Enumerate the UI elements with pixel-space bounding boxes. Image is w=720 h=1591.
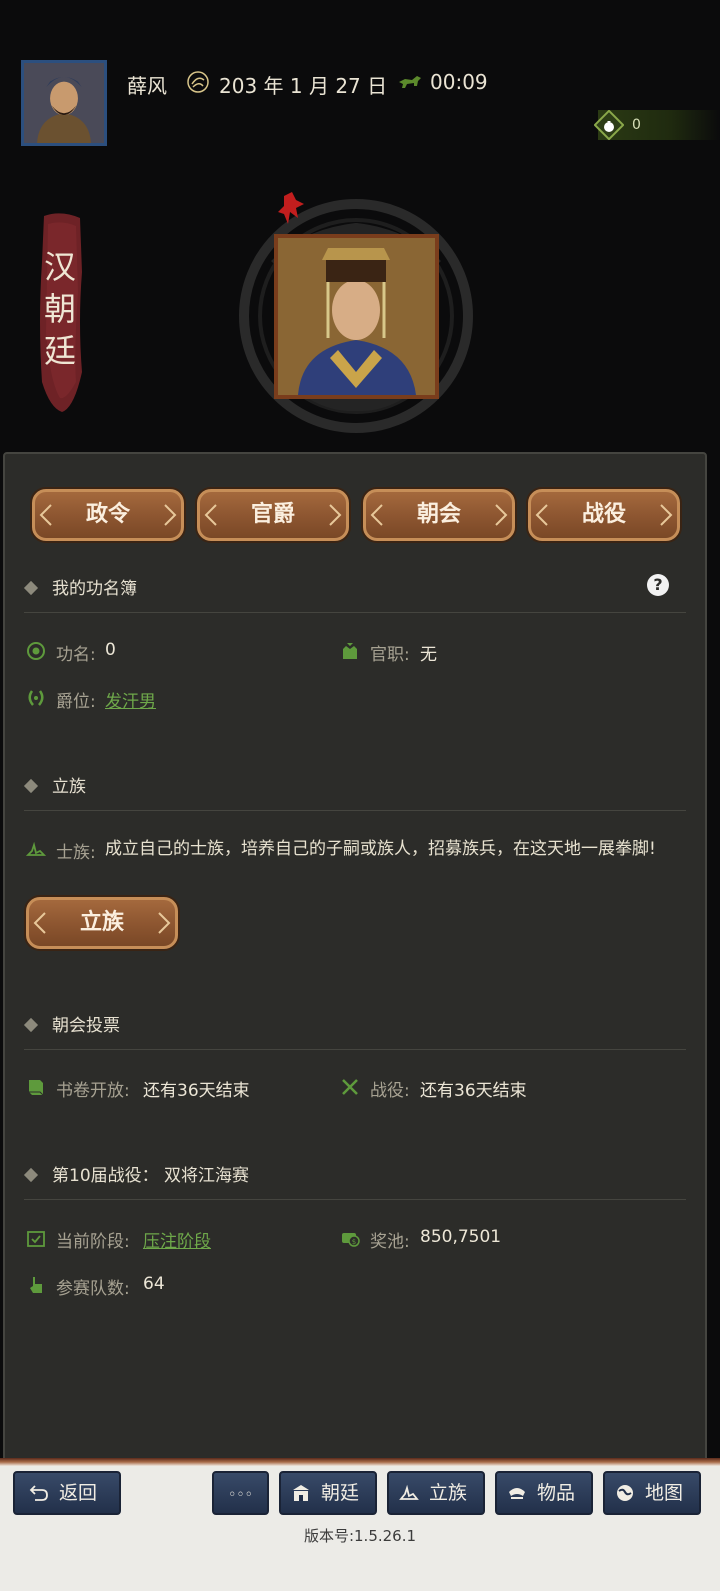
diamond-bullet-icon (23, 1167, 39, 1183)
horse-icon (399, 76, 421, 88)
more-button[interactable]: ◦◦◦ (212, 1471, 269, 1515)
books-label: 书卷开放: (56, 1081, 130, 1101)
more-label: ◦◦◦ (228, 1487, 253, 1503)
team-hand-icon (30, 1277, 42, 1293)
divider (24, 810, 686, 811)
emperor-portrait[interactable] (274, 234, 439, 399)
seal-icon (278, 192, 304, 224)
divider (24, 1049, 686, 1050)
battle-vote-row: 战役: 还有36天结束 (340, 1076, 650, 1101)
tab-court-meeting[interactable]: 朝会 (363, 489, 515, 541)
diamond-bullet-icon (23, 580, 39, 596)
found-clan-label: 立族 (79, 910, 124, 935)
map-icon (617, 1485, 633, 1501)
book-icon (29, 1080, 44, 1096)
found-clan-button[interactable]: 立族 (26, 897, 178, 949)
nav-clan-button[interactable]: 立族 (387, 1471, 485, 1515)
tab-court-meeting-label: 朝会 (416, 502, 461, 527)
merit-section-title: 我的功名簿 (23, 574, 137, 599)
campaign-section-title: 第10届战役： 双将江海赛 (23, 1161, 250, 1186)
books-row: 书卷开放: 还有36天结束 (26, 1076, 336, 1101)
bottom-trim (0, 1458, 720, 1466)
rank-row: 爵位: 发汗男 (26, 687, 326, 712)
clan-section-title: 立族 (23, 772, 86, 797)
pool-label: 奖池: (370, 1232, 410, 1252)
svg-text:$: $ (352, 1238, 356, 1246)
calendar-check-icon (27, 1231, 45, 1247)
office-row: 官职: 无 (340, 640, 640, 665)
nav-items-label: 物品 (537, 1482, 576, 1504)
palace-icon (293, 1485, 309, 1501)
rank-link[interactable]: 发汗男 (105, 687, 156, 712)
pool-value: 850,7501 (420, 1227, 502, 1247)
back-button[interactable]: 返回 (13, 1471, 121, 1515)
merit-title-text: 我的功名簿 (52, 579, 137, 599)
stage-row: 当前阶段: 压注阶段 (26, 1227, 336, 1252)
teams-row: 参赛队数: 64 (26, 1274, 336, 1299)
court-title: 汉朝廷 (43, 248, 76, 370)
laurel-icon (28, 690, 44, 706)
stage-label: 当前阶段: (56, 1232, 130, 1252)
help-icon[interactable]: ? (647, 574, 669, 596)
tab-campaign[interactable]: 战役 (528, 489, 680, 541)
court-panel (3, 452, 707, 1464)
diamond-bullet-icon (23, 1017, 39, 1033)
player-avatar[interactable] (21, 60, 107, 146)
tab-decree-label: 政令 (85, 502, 130, 527)
rank-label: 爵位: (56, 692, 96, 712)
fame-icon (27, 642, 45, 660)
player-name: 薛风 (127, 74, 167, 98)
pool-row: $ 奖池: 850,7501 (340, 1227, 650, 1252)
stage-link[interactable]: 压注阶段 (143, 1227, 211, 1252)
gentry-label: 士族: (56, 843, 96, 863)
game-time: 00:09 (430, 70, 488, 94)
nav-court-label: 朝廷 (321, 1482, 360, 1504)
office-icon (343, 643, 357, 659)
gentry-row: 士族: (26, 838, 106, 863)
teams-label: 参赛队数: (56, 1279, 130, 1299)
tab-titles[interactable]: 官爵 (197, 489, 349, 541)
nav-map-label: 地图 (645, 1482, 684, 1504)
diamond-bullet-icon (23, 778, 39, 794)
campaign-title-text: 第10届战役： 双将江海赛 (52, 1166, 250, 1186)
fame-row: 功名: 0 (26, 640, 326, 665)
back-arrow-icon (29, 1485, 48, 1501)
fame-value: 0 (105, 640, 116, 660)
tab-campaign-label: 战役 (581, 502, 626, 527)
office-value: 无 (420, 645, 437, 665)
teams-value: 64 (143, 1274, 165, 1294)
divider (24, 612, 686, 613)
money-icon: $ (342, 1233, 360, 1247)
office-label: 官职: (370, 645, 410, 665)
game-date: 203 年 1 月 27 日 (219, 74, 388, 98)
clan-description: 成立自己的士族，培养自己的子嗣或族人，招募族兵，在这天地一展拳脚! (105, 839, 656, 859)
clan-icon (399, 1484, 419, 1500)
gentry-icon (26, 841, 46, 856)
tab-decree[interactable]: 政令 (32, 489, 184, 541)
tab-titles-label: 官爵 (250, 502, 295, 527)
divider (24, 1199, 686, 1200)
version-text: 版本号:1.5.26.1 (303, 1527, 417, 1545)
fame-label: 功名: (56, 645, 96, 665)
money-bag-icon[interactable] (594, 110, 624, 140)
vote-title-text: 朝会投票 (52, 1016, 120, 1036)
battle-label: 战役: (370, 1081, 410, 1101)
nav-map-button[interactable]: 地图 (603, 1471, 701, 1515)
resource-value: 0 (632, 117, 641, 133)
vote-section-title: 朝会投票 (23, 1011, 120, 1036)
back-label: 返回 (59, 1482, 98, 1504)
season-icon (187, 71, 209, 93)
crossed-swords-icon (342, 1079, 358, 1095)
nav-clan-label: 立族 (429, 1482, 468, 1504)
books-value: 还有36天结束 (143, 1081, 250, 1101)
nav-court-button[interactable]: 朝廷 (279, 1471, 377, 1515)
nav-items-button[interactable]: 物品 (495, 1471, 593, 1515)
clan-title-text: 立族 (52, 777, 86, 797)
battle-value: 还有36天结束 (420, 1081, 527, 1101)
items-icon (509, 1488, 525, 1499)
